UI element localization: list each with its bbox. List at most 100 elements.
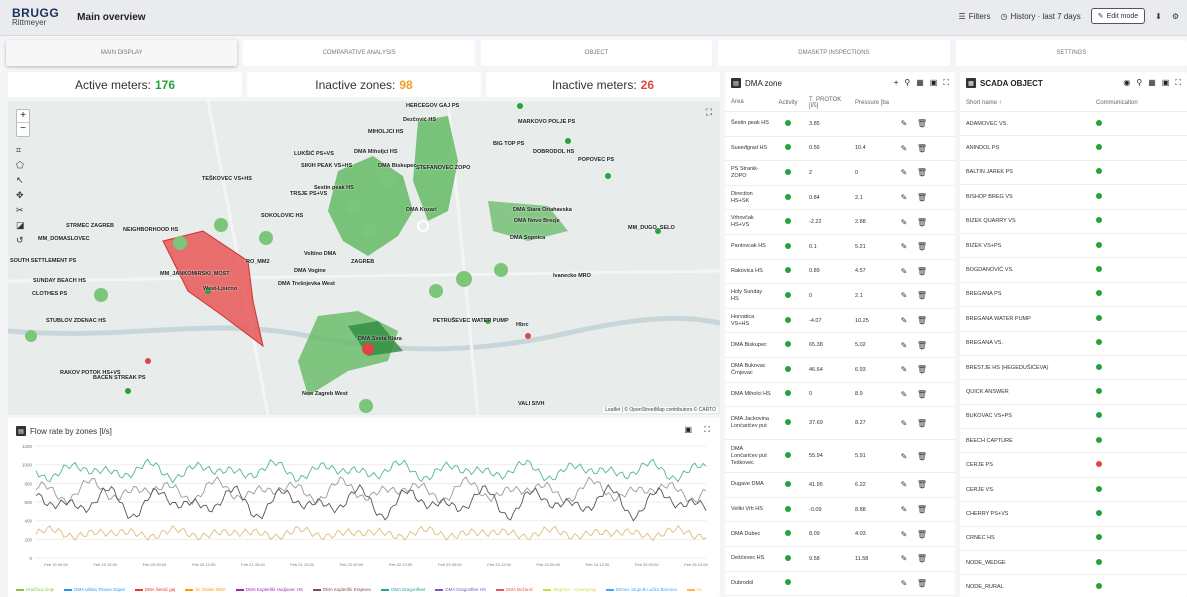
add-icon[interactable]: + (894, 78, 899, 88)
edit-icon[interactable]: ✎ (893, 480, 915, 489)
table-row[interactable]: ADAMOVEC VS. (960, 112, 1187, 137)
rotate-icon[interactable]: ↺ (16, 235, 25, 246)
table-row[interactable]: Rakovica HS 0.89 4.57 ✎ 🗑 (725, 260, 955, 285)
visibility-icon[interactable]: ◉ (1123, 78, 1130, 88)
table-row[interactable]: BISHOP BREG VS (960, 185, 1187, 210)
delete-icon[interactable]: 🗑 (915, 168, 929, 177)
settings-icon[interactable]: ⚙ (1172, 12, 1179, 21)
eraser-icon[interactable]: ◪ (16, 220, 25, 231)
table-row[interactable]: BALTIN JAREK PS (960, 161, 1187, 186)
table-row[interactable]: BOGDANOVIĆ VS. (960, 258, 1187, 283)
table-row[interactable]: Sueeđgrad HS 0.56 10.4 ✎ 🗑 (725, 137, 955, 162)
download-icon[interactable]: ⬇ (1155, 12, 1162, 21)
filters-button[interactable]: ☰ Filters (959, 12, 991, 21)
table-row[interactable]: Veliki Vrh HS -0.09 8.88 ✎ 🗑 (725, 498, 955, 523)
table-row[interactable]: DMA Miholci HS 0 8.9 ✎ 🗑 (725, 383, 955, 408)
table-row[interactable]: BIZEK VS+PS (960, 234, 1187, 259)
delete-icon[interactable]: 🗑 (915, 530, 929, 539)
edit-icon[interactable]: ✎ (893, 242, 915, 251)
edit-icon[interactable]: ✎ (893, 144, 915, 153)
legend-item[interactable]: DMA Božanić (496, 587, 533, 592)
legend-item[interactable]: DMA Kuplerški Krajevec (313, 587, 371, 592)
table-row[interactable]: NODE_RURAL (960, 575, 1187, 597)
edit-icon[interactable]: ✎ (893, 419, 915, 428)
table-row[interactable]: BREGANA PS (960, 283, 1187, 308)
fullscreen-icon[interactable]: ⛶ (943, 78, 949, 88)
delete-icon[interactable]: 🗑 (915, 505, 929, 514)
table-row[interactable]: DMA Dubec 8.09 4.03 ✎ 🗑 (725, 522, 955, 547)
zoom-in-button[interactable]: + (17, 110, 29, 123)
export-icon[interactable]: ▣ (930, 78, 938, 88)
table-row[interactable]: NODE_WEDGE (960, 551, 1187, 576)
table-row[interactable]: CERJE PS (960, 453, 1187, 478)
cut-icon[interactable]: ✂ (16, 205, 25, 216)
tab-object[interactable]: OBJECT (480, 40, 713, 66)
edit-icon[interactable]: ✎ (893, 530, 915, 539)
table-row[interactable]: BREGANA WATER PUMP (960, 307, 1187, 332)
col-activity[interactable]: Activity (771, 100, 805, 106)
legend-item[interactable]: Hraščica Grije (16, 587, 54, 592)
table-row[interactable]: DMA Bukovac Črnjevac 46.64 6.93 ✎ 🗑 (725, 358, 955, 383)
edit-icon[interactable]: ✎ (893, 267, 915, 276)
draw-polygon-icon[interactable]: ⬠ (16, 160, 25, 171)
move-icon[interactable]: ✥ (16, 190, 25, 201)
delete-icon[interactable]: 🗑 (915, 242, 929, 251)
col-pressure[interactable]: Pressure [ba (851, 100, 893, 106)
table-row[interactable]: Holy Sunday HS 0 2.1 ✎ 🗑 (725, 284, 955, 309)
edit-icon[interactable]: ✎ (893, 341, 915, 350)
delete-icon[interactable]: 🗑 (915, 193, 929, 202)
delete-icon[interactable]: 🗑 (915, 365, 929, 374)
delete-icon[interactable]: 🗑 (915, 341, 929, 350)
search-icon[interactable]: ⚲ (1136, 78, 1142, 88)
col-short-name[interactable]: Short name ↑ (966, 100, 1096, 106)
legend-item[interactable]: Stoprica - st pumping (543, 587, 596, 592)
edit-icon[interactable]: ✎ (893, 218, 915, 227)
legend-item[interactable]: DMA Kuplerški Hodjovec HS (236, 587, 303, 592)
legend-item[interactable]: DMA Dragonflee HS (435, 587, 486, 592)
tab-settings[interactable]: SETTINGS (955, 40, 1187, 66)
delete-icon[interactable]: 🗑 (915, 316, 929, 325)
edit-icon[interactable]: ✎ (893, 316, 915, 325)
edit-icon[interactable]: ✎ (893, 119, 915, 128)
col-area[interactable]: Area (731, 99, 771, 106)
delete-icon[interactable]: 🗑 (915, 480, 929, 489)
table-row[interactable]: DMA Lončarićev put Teškovec 55.94 5.91 ✎ 🗑 (725, 440, 955, 474)
table-row[interactable]: Dubrodol ✎ 🗑 (725, 572, 955, 597)
zoom-control[interactable]: + − (16, 109, 30, 137)
export-icon[interactable]: ▣ (684, 425, 692, 434)
delete-icon[interactable]: 🗑 (915, 452, 929, 461)
legend-item[interactable]: DMA Šestić gaj (135, 587, 176, 592)
cursor-icon[interactable]: ↖ (16, 175, 25, 186)
legend-item[interactable]: DMA Ulitna Trnovo Sopot (64, 587, 125, 592)
history-button[interactable]: ◷ History · last 7 days (1000, 12, 1080, 21)
flow-rate-chart[interactable]: 1200 1000 800 600 400 200 0 Feb 19 00:00 Feb 19 … (8, 440, 720, 590)
columns-icon[interactable]: ▦ (916, 78, 924, 88)
table-row[interactable]: DMA Jackovina Lonćarićev put 37.69 8.27 ✎ 🗑 (725, 407, 955, 441)
legend-item[interactable]: 5x (687, 587, 702, 592)
table-row[interactable]: CHERRY PS+VS (960, 502, 1187, 527)
table-row[interactable]: Direction HS+SK 0.84 2.1 ✎ 🗑 (725, 186, 955, 211)
zoom-out-button[interactable]: − (17, 123, 29, 136)
legend-item[interactable]: St. Grabri DMA (185, 587, 226, 592)
fullscreen-icon[interactable]: ⛶ (706, 107, 712, 118)
legend-item[interactable]: DMA Dragonfleet (381, 587, 425, 592)
delete-icon[interactable]: 🗑 (915, 579, 929, 588)
table-row[interactable]: ANINDOL PS (960, 136, 1187, 161)
delete-icon[interactable]: 🗑 (915, 291, 929, 300)
edit-icon[interactable]: ✎ (893, 168, 915, 177)
delete-icon[interactable]: 🗑 (915, 419, 929, 428)
table-row[interactable]: BUKOVAC VS+PS (960, 405, 1187, 430)
delete-icon[interactable]: 🗑 (915, 218, 929, 227)
tab-main-display[interactable]: MAIN DISPLAY (6, 40, 238, 66)
tab-inspections[interactable]: DMASKTP INSPECTIONS (718, 40, 950, 66)
table-row[interactable]: BIZEK QUARRY VS (960, 210, 1187, 234)
table-row[interactable]: Horvatica VS+HS -4.07 10.25 ✎ 🗑 (725, 309, 955, 334)
delete-icon[interactable]: 🗑 (915, 144, 929, 153)
brand-logo[interactable]: BRUGG Rittmeyer (12, 7, 59, 27)
edit-icon[interactable]: ✎ (893, 291, 915, 300)
table-row[interactable]: BREGANA VS. (960, 332, 1187, 356)
edit-icon[interactable]: ✎ (893, 193, 915, 202)
delete-icon[interactable]: 🗑 (915, 267, 929, 276)
edit-icon[interactable]: ✎ (893, 365, 915, 374)
edit-icon[interactable]: ✎ (893, 505, 915, 514)
